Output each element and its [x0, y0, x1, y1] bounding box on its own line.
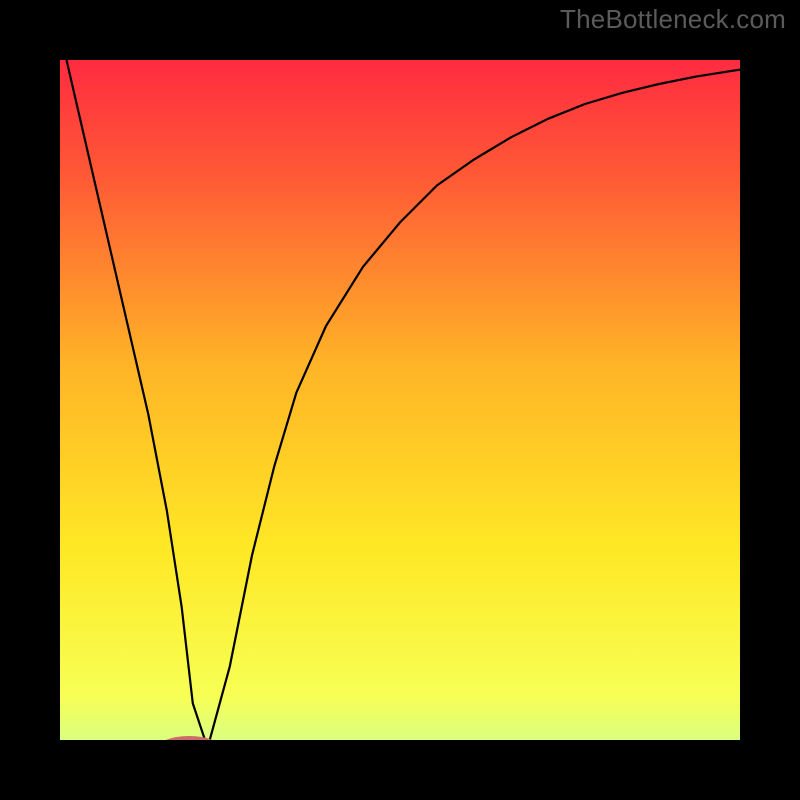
chart-frame: TheBottleneck.com — [0, 0, 800, 800]
black-matte — [0, 0, 800, 800]
watermark-text: TheBottleneck.com — [560, 4, 786, 35]
